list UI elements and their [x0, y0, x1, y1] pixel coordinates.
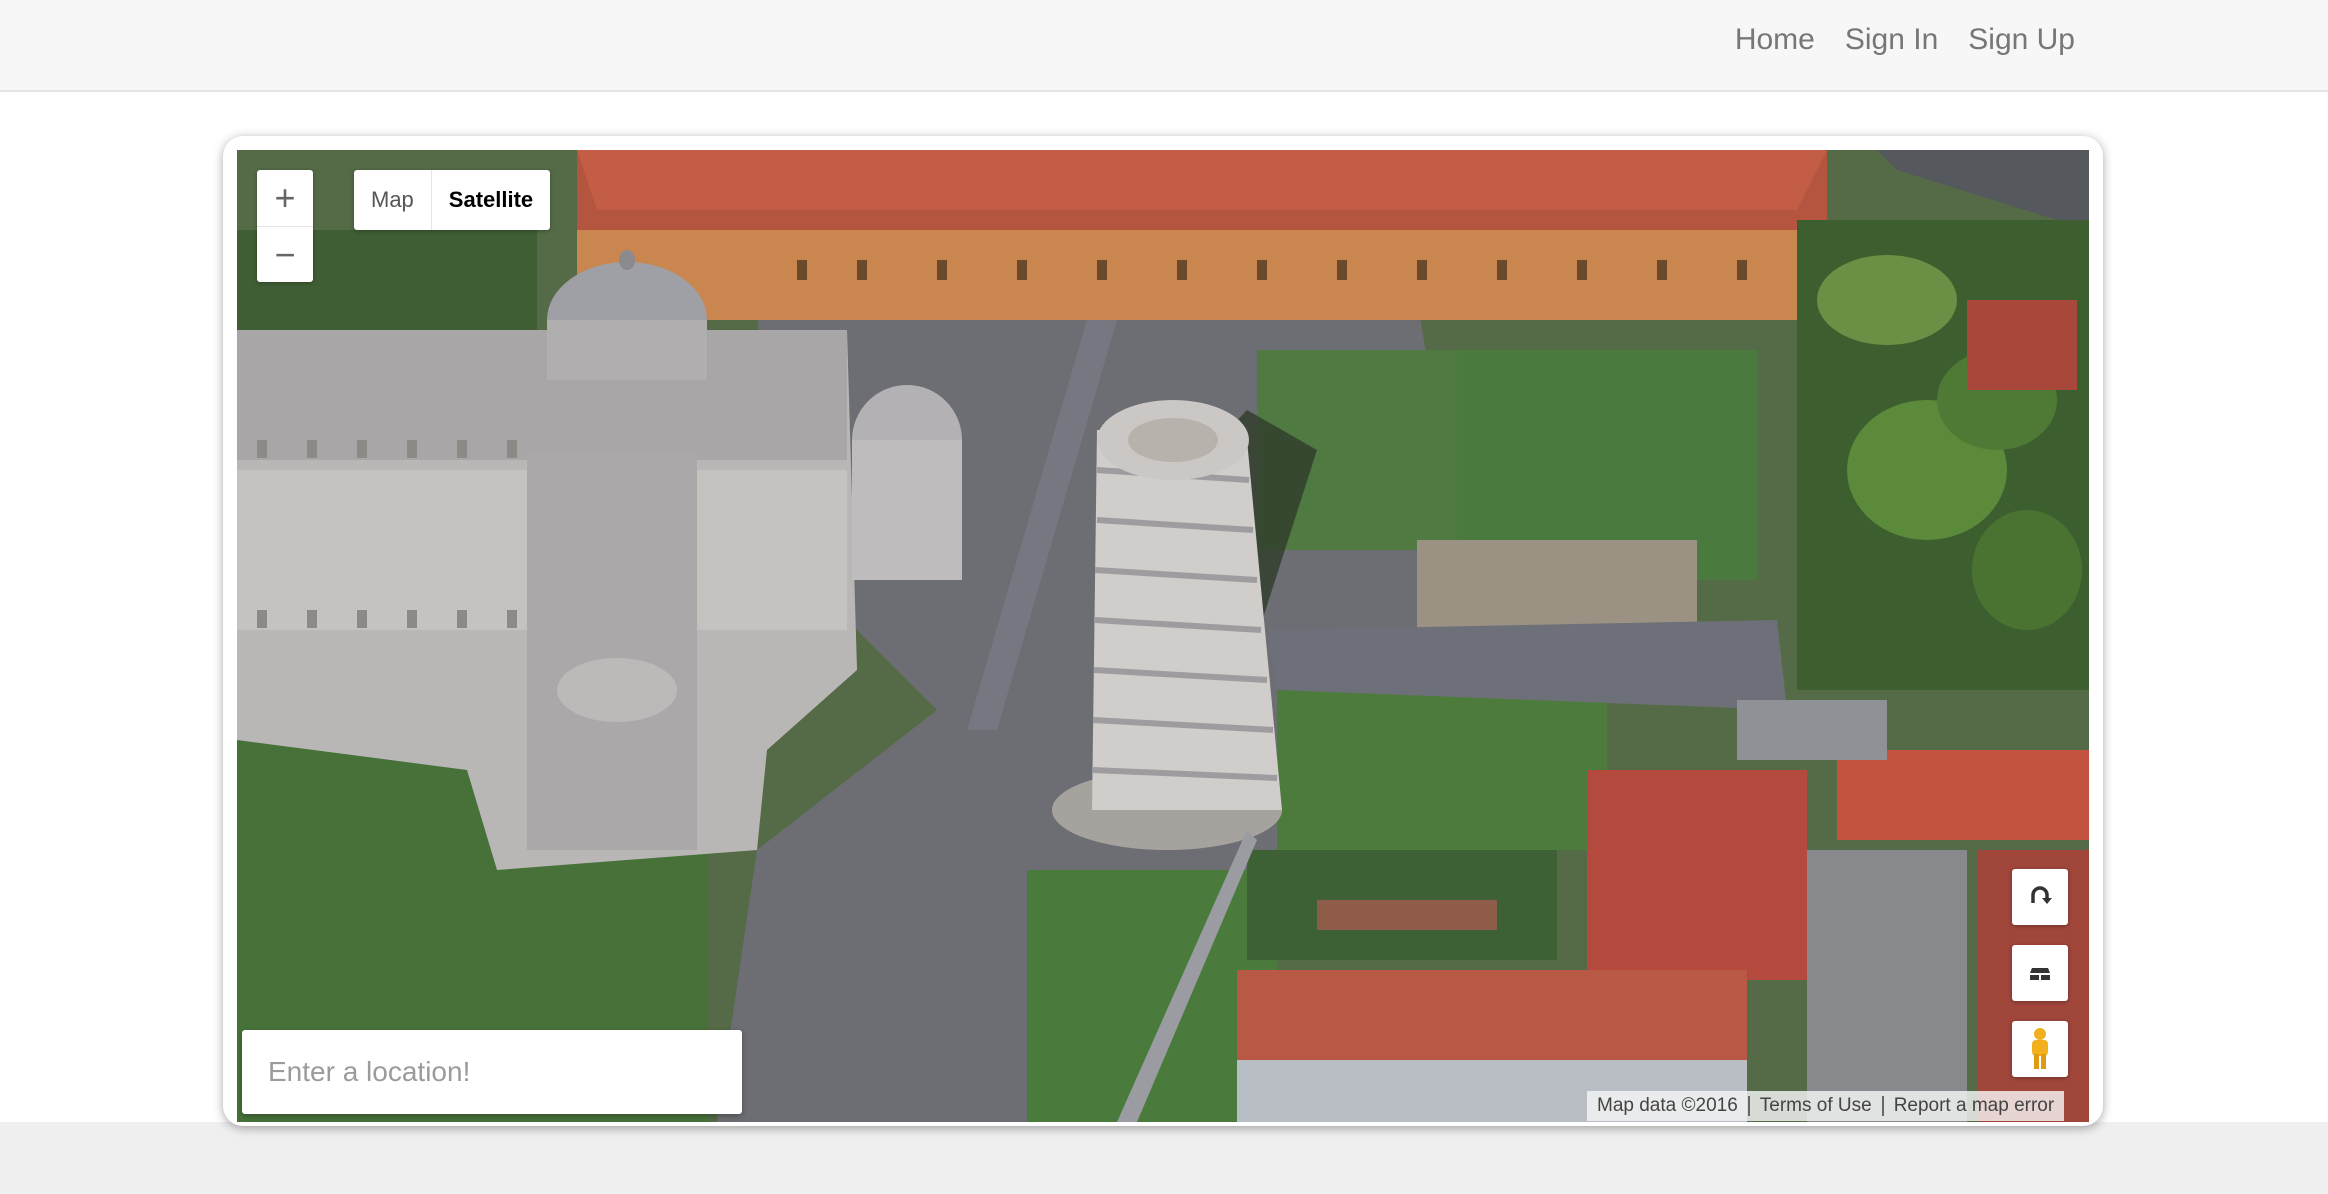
rotate-icon — [2031, 886, 2052, 904]
rotate-button[interactable] — [2012, 869, 2068, 925]
tilt-icon — [2030, 968, 2050, 980]
map-card: + − Map Satellite Enter a location! Map … — [223, 136, 2103, 1126]
nav-links: Home Sign In Sign Up — [1735, 0, 2075, 80]
map-data-label: Map data ©2016 — [1597, 1095, 1738, 1116]
street-view-button[interactable] — [2012, 1021, 2068, 1077]
main-content: + − Map Satellite Enter a location! Map … — [0, 92, 2328, 1126]
zoom-out-button[interactable]: − — [257, 227, 313, 283]
map-type-control: Map Satellite — [354, 170, 551, 230]
report-map-error-link[interactable]: Report a map error — [1884, 1095, 2065, 1117]
zoom-in-button[interactable]: + — [257, 170, 313, 227]
nav-sign-in-link[interactable]: Sign In — [1845, 23, 1938, 57]
nav-home-link[interactable]: Home — [1735, 23, 1815, 57]
satellite-map[interactable]: + − Map Satellite Enter a location! Map … — [237, 150, 2089, 1122]
nav-sign-up-link[interactable]: Sign Up — [1968, 23, 2075, 57]
map-type-map-button[interactable]: Map — [354, 170, 431, 230]
tilt-button[interactable] — [2012, 945, 2068, 1001]
zoom-control: + − — [257, 170, 313, 282]
location-search-input[interactable] — [242, 1030, 742, 1114]
map-attribution: Map data ©2016 Terms of Use Report a map… — [1587, 1091, 2065, 1121]
pegman-icon — [2032, 1028, 2048, 1069]
map-type-satellite-button[interactable]: Satellite — [430, 170, 550, 230]
navbar: Home Sign In Sign Up — [0, 0, 2328, 92]
terms-of-use-link[interactable]: Terms of Use — [1750, 1095, 1882, 1117]
satellite-imagery — [237, 150, 2089, 1122]
